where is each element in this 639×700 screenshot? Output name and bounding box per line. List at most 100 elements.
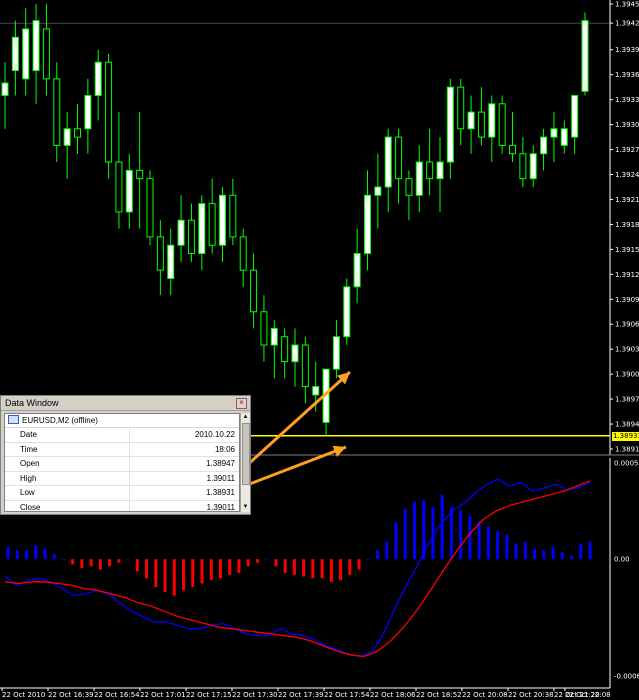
- candle-body: [415, 161, 423, 196]
- chart-canvas[interactable]: 1.39450 1.39427 1.39395 1.39365 1.39335 1.393…: [0, 0, 639, 700]
- annotation-arrow-line: [232, 370, 352, 479]
- candle-body: [519, 153, 527, 180]
- candle-body: [22, 28, 30, 80]
- histogram-bar: [486, 526, 490, 560]
- data-window-row: Time 18:06: [5, 442, 239, 458]
- data-window-row: Close 1.39011: [5, 500, 239, 512]
- histogram-bar: [274, 559, 278, 567]
- histogram-bar: [505, 534, 509, 560]
- row-key: Open: [20, 459, 40, 469]
- price-tick-label: 1.39215: [615, 196, 639, 204]
- histogram-bar: [61, 559, 65, 561]
- histogram-bar: [15, 550, 19, 560]
- histogram-bar: [172, 559, 176, 596]
- histogram-bar: [80, 559, 84, 568]
- histogram-bar: [348, 559, 352, 575]
- candle-body: [488, 103, 496, 138]
- candle-body: [312, 386, 320, 396]
- histogram-bar: [542, 550, 546, 560]
- candle-body: [167, 244, 175, 279]
- histogram-bar: [366, 559, 370, 561]
- histogram-bar: [237, 559, 241, 574]
- time-tick-label: 22 Oct 17:30: [232, 691, 278, 699]
- candle-body: [11, 36, 19, 72]
- candle-body: [125, 169, 133, 213]
- histogram-bar: [228, 559, 232, 575]
- close-icon[interactable]: ×: [236, 398, 247, 409]
- price-tick-label: 1.38975: [615, 396, 639, 404]
- axes-layer: 1.39450 1.39427 1.39395 1.39365 1.39335 1.393…: [1, 1, 639, 699]
- data-window-row: Date 2010.10.22: [5, 428, 239, 443]
- candle-body: [374, 186, 382, 196]
- price-tick-label: 1.39125: [615, 271, 639, 279]
- price-tick-label: 1.38945: [615, 421, 639, 429]
- candle-body: [395, 136, 403, 180]
- histogram-bar: [43, 548, 47, 560]
- time-tick-label: 22 Oct 17:54: [324, 691, 370, 699]
- price-tick-label: 1.39365: [615, 71, 639, 79]
- candle-body: [571, 94, 579, 138]
- candle-body: [529, 153, 537, 180]
- histogram-bar: [357, 559, 361, 570]
- time-tick-label: 22 Oct 16:39: [48, 691, 94, 699]
- candles-layer: [1, 4, 589, 436]
- histogram-bar: [283, 559, 287, 574]
- histogram-bar: [311, 559, 315, 579]
- row-value: 1.39011: [206, 502, 235, 512]
- candle-body: [540, 136, 548, 155]
- histogram-bar: [560, 552, 564, 560]
- candle-body: [364, 194, 371, 255]
- scroll-thumb[interactable]: [242, 423, 250, 485]
- histogram-bar: [209, 559, 213, 581]
- candle-body: [560, 128, 568, 146]
- indicator-tick-label: 0.000553: [614, 460, 639, 468]
- candle-body: [53, 78, 61, 146]
- row-key: High: [20, 473, 37, 483]
- data-window-symbol: EURUSD,M2 (offline): [5, 414, 239, 428]
- candle-body: [84, 94, 92, 130]
- price-tick-label: 1.39305: [615, 121, 639, 129]
- scroll-down-icon[interactable]: ▼: [241, 503, 250, 512]
- candle-body: [229, 194, 237, 238]
- candle-body: [198, 203, 206, 255]
- histogram-bar: [459, 510, 463, 560]
- histogram-bar: [431, 506, 435, 560]
- time-tick-label: 22 Oct 20:08: [462, 691, 508, 699]
- candle-body: [467, 111, 475, 130]
- price-tick-label: 1.39427: [615, 20, 639, 28]
- data-window-scrollbar[interactable]: ▲ ▼: [240, 413, 250, 512]
- candle-body: [105, 61, 113, 163]
- price-tick-label: 1.39035: [615, 346, 639, 354]
- candle-body: [32, 20, 40, 72]
- histogram-bar: [191, 559, 195, 587]
- price-tick-label: 1.39065: [615, 321, 639, 329]
- histogram-bar: [579, 543, 583, 560]
- price-tick-label: 1.39005: [615, 371, 639, 379]
- price-pane[interactable]: [0, 0, 639, 689]
- scroll-up-icon[interactable]: ▲: [241, 413, 250, 422]
- histogram-bar: [514, 543, 518, 560]
- candle-body: [446, 86, 454, 163]
- price-tick-label: 1.39450: [615, 1, 639, 9]
- time-tick-label: 22 Oct 17:39: [278, 691, 324, 699]
- histogram-bar: [588, 541, 592, 560]
- row-key: Close: [20, 502, 41, 512]
- candle-body: [477, 111, 485, 138]
- row-key: Low: [20, 488, 35, 498]
- histogram-bar: [265, 559, 269, 561]
- column-divider: [129, 457, 130, 471]
- histogram-bar: [376, 550, 380, 560]
- candle-body: [457, 86, 465, 130]
- time-tick-label: 22 Oct 17:01: [140, 691, 186, 699]
- time-tick-label: 22 Oct 22:08: [565, 691, 611, 699]
- data-window-titlebar[interactable]: Data Window ×: [1, 396, 250, 411]
- histogram-bar: [533, 548, 537, 560]
- candle-body: [146, 178, 154, 238]
- histogram-bar: [246, 559, 250, 567]
- data-window[interactable]: Data Window × EURUSD,M2 (offline) Date 20…: [0, 395, 251, 515]
- histogram-bar: [394, 522, 398, 560]
- histogram-bar: [182, 559, 186, 591]
- row-key: Time: [20, 444, 38, 454]
- histogram-bar: [403, 508, 407, 560]
- histogram-bar: [320, 559, 324, 579]
